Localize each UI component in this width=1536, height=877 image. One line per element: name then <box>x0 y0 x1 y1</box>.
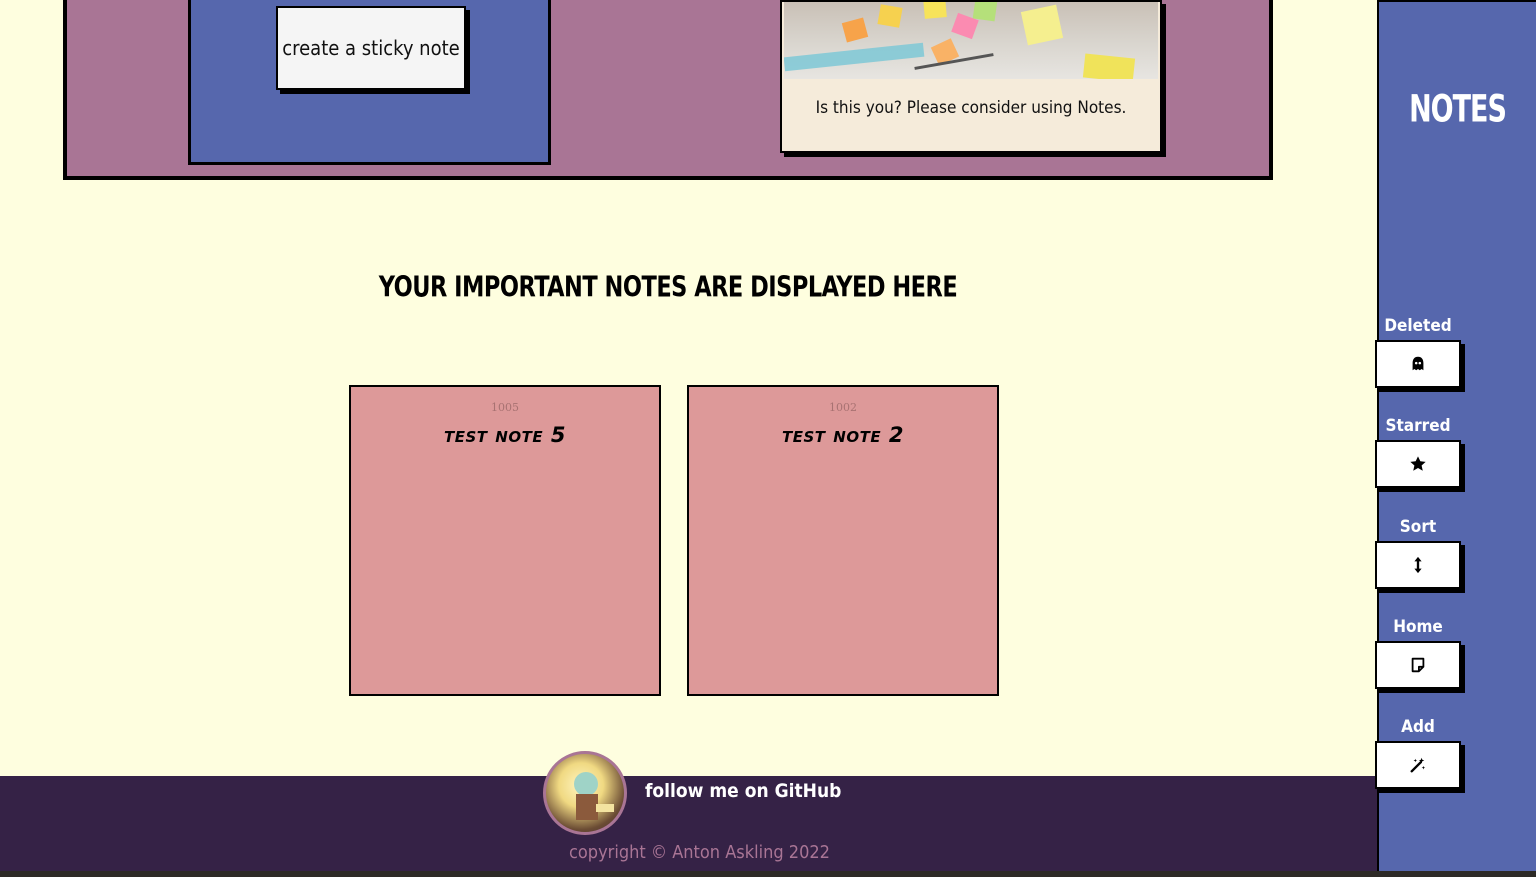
add-button[interactable] <box>1375 741 1461 789</box>
hero-section: create a sticky note Is this you? Please… <box>63 0 1273 180</box>
footer: follow me on GitHub copyright © Anton As… <box>0 751 1377 877</box>
sidebar-item-starred: Starred <box>1375 416 1461 488</box>
sidebar-item-deleted: Deleted <box>1375 316 1461 388</box>
note-card[interactable]: 1005 test note 5 <box>349 385 661 696</box>
sort-arrows-icon <box>1414 556 1422 574</box>
note-id: 1005 <box>491 401 519 414</box>
note-title: test note 2 <box>781 423 905 447</box>
bottom-edge <box>0 871 1536 877</box>
deleted-button[interactable] <box>1375 340 1461 388</box>
sidebar: NOTES Deleted Starred Sort Home Add <box>1375 0 1536 871</box>
sticky-note-icon <box>1411 657 1425 673</box>
home-button[interactable] <box>1375 641 1461 689</box>
ghost-icon <box>1412 356 1424 371</box>
create-note-panel: create a sticky note <box>188 0 551 165</box>
sort-button[interactable] <box>1375 541 1461 589</box>
note-card[interactable]: 1002 test note 2 <box>687 385 999 696</box>
magic-wand-icon <box>1410 757 1426 773</box>
star-icon <box>1410 456 1426 471</box>
promo-caption: Is this you? Please consider using Notes… <box>815 98 1127 118</box>
app-title: NOTES <box>1409 87 1507 132</box>
promo-card: Is this you? Please consider using Notes… <box>780 0 1162 153</box>
create-sticky-note-button[interactable]: create a sticky note <box>276 6 466 90</box>
note-id: 1002 <box>829 401 857 414</box>
sidebar-item-label: Deleted <box>1384 316 1452 336</box>
github-link[interactable]: follow me on GitHub <box>645 780 841 802</box>
sidebar-item-home: Home <box>1375 617 1461 689</box>
notes-heading: Your important notes are displayed here <box>378 269 958 304</box>
sidebar-item-label: Starred <box>1385 416 1451 436</box>
promo-image <box>784 2 1158 79</box>
sidebar-item-label: Sort <box>1399 517 1437 537</box>
starred-button[interactable] <box>1375 440 1461 488</box>
author-avatar <box>543 751 627 835</box>
copyright-text: copyright © Anton Askling 2022 <box>569 842 830 863</box>
sidebar-item-sort: Sort <box>1375 517 1461 589</box>
note-title: test note 5 <box>443 423 567 447</box>
avatar-illustration-icon <box>574 772 614 820</box>
sidebar-item-label: Add <box>1401 717 1435 737</box>
sidebar-item-label: Home <box>1393 617 1443 637</box>
sidebar-item-add: Add <box>1375 717 1461 789</box>
